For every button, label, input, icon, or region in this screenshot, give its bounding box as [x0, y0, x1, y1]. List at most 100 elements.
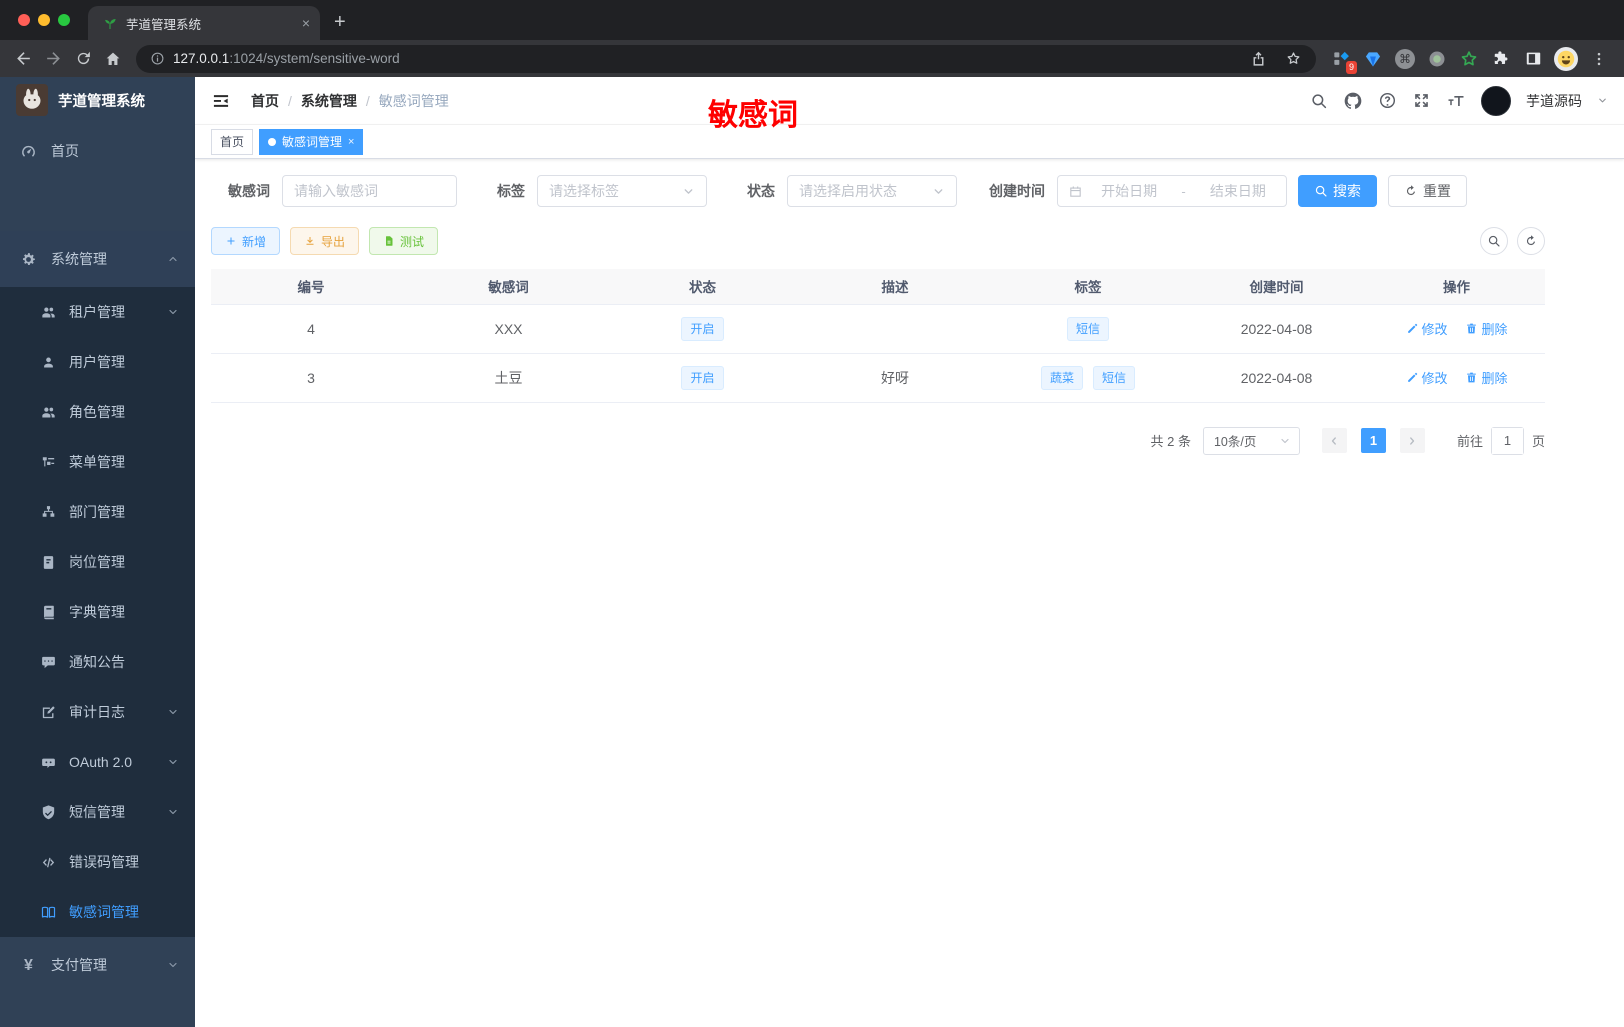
back-icon[interactable] — [8, 44, 38, 74]
refresh-table-button[interactable] — [1517, 227, 1545, 255]
sidebar-item-tenant[interactable]: 租户管理 — [0, 287, 195, 337]
edit-icon — [1406, 322, 1419, 335]
profile-avatar[interactable] — [1554, 46, 1578, 71]
minimize-window-button[interactable] — [38, 14, 50, 26]
app-logo-row[interactable]: 芋道管理系统 — [0, 77, 195, 123]
sidebar-item-dept[interactable]: 部门管理 — [0, 487, 195, 537]
sidebar-item-role[interactable]: 角色管理 — [0, 387, 195, 437]
rabbit-logo — [16, 84, 48, 116]
font-size-icon[interactable] — [1446, 91, 1466, 111]
grid-diamond-extension-icon[interactable]: 9 — [1330, 48, 1357, 74]
col-description: 描述 — [799, 269, 991, 305]
caret-down-icon[interactable] — [1597, 95, 1608, 106]
sidebar-item-user[interactable]: 用户管理 — [0, 337, 195, 387]
yen-icon: ¥ — [24, 956, 33, 974]
sidebar-item-notice[interactable]: 通知公告 — [0, 637, 195, 687]
breadcrumb-system[interactable]: 系统管理 — [301, 91, 357, 111]
traffic-lights[interactable] — [0, 14, 88, 40]
menu-fold-icon[interactable] — [211, 91, 231, 111]
fullscreen-icon[interactable] — [1412, 91, 1431, 110]
chevron-down-icon — [932, 185, 945, 198]
url-bar[interactable]: 127.0.0.1:1024/system/sensitive-word — [136, 44, 1316, 73]
delete-link[interactable]: 删除 — [1465, 319, 1507, 338]
forward-icon[interactable] — [38, 44, 68, 74]
export-button[interactable]: 导出 — [290, 227, 360, 255]
keyword-input[interactable] — [294, 183, 445, 199]
tab-close-icon[interactable]: × — [348, 136, 354, 148]
puzzle-icon[interactable] — [1490, 48, 1512, 70]
tab-sensitive-word[interactable]: 敏感词管理 × — [259, 128, 364, 155]
chevron-down-icon — [1279, 435, 1291, 447]
search-icon[interactable] — [1310, 92, 1328, 110]
page-number-button[interactable]: 1 — [1360, 428, 1386, 453]
prev-page-button[interactable] — [1321, 428, 1347, 453]
sidebar-item-audit-log[interactable]: 审计日志 — [0, 687, 195, 737]
dashboard-icon — [20, 143, 37, 160]
post-icon — [40, 554, 57, 571]
goto-page-input[interactable] — [1491, 427, 1523, 454]
tab-home[interactable]: 首页 — [211, 128, 254, 155]
test-button[interactable]: 测试 — [369, 227, 439, 255]
chevron-down-icon — [682, 185, 695, 198]
chevron-right-icon — [1406, 435, 1418, 447]
search-icon — [1314, 184, 1328, 198]
reload-icon[interactable] — [68, 44, 98, 74]
sidebar-item-oauth[interactable]: OAuth 2.0 — [0, 737, 195, 787]
username[interactable]: 芋道源码 — [1526, 91, 1582, 111]
sidebar-item-menu[interactable]: 菜单管理 — [0, 437, 195, 487]
sidebar-item-home[interactable]: 首页 — [0, 123, 195, 179]
edit-link[interactable]: 修改 — [1406, 368, 1448, 387]
command-extension-icon[interactable]: ⌘ — [1394, 48, 1416, 70]
browser-tab[interactable]: 芋道管理系统 × — [88, 6, 320, 40]
sidebar-item-system[interactable]: 系统管理 — [0, 231, 195, 287]
page-size-select[interactable]: 10条/页 — [1202, 426, 1300, 455]
tags-view-bar: 首页 敏感词管理 × — [195, 125, 1624, 159]
gem-extension-icon[interactable] — [1362, 48, 1384, 70]
tag-badge: 短信 — [1092, 365, 1135, 390]
tab-close-icon[interactable]: × — [302, 15, 310, 31]
user-avatar[interactable] — [1481, 85, 1511, 116]
add-button[interactable]: 新增 — [211, 227, 281, 255]
navbar-tools: 芋道源码 — [1310, 85, 1608, 116]
date-range-picker[interactable]: 开始日期 - 结束日期 — [1057, 175, 1287, 207]
search-button[interactable]: 搜索 — [1298, 175, 1377, 207]
trash-icon — [1465, 322, 1478, 335]
new-tab-button[interactable]: + — [334, 11, 346, 34]
sidebar-item-sensitive-word[interactable]: 敏感词管理 — [0, 887, 195, 937]
oauth-icon — [40, 754, 57, 771]
github-icon[interactable] — [1343, 91, 1363, 111]
info-icon[interactable] — [150, 51, 165, 66]
star-icon[interactable] — [1285, 50, 1302, 67]
menu-dots-icon[interactable] — [1588, 48, 1610, 70]
tag-label: 标签 — [497, 183, 525, 199]
green-star-extension-icon[interactable] — [1458, 48, 1480, 70]
reset-button[interactable]: 重置 — [1388, 175, 1467, 207]
zoom-window-button[interactable] — [58, 14, 70, 26]
tag-select[interactable]: 请选择标签 — [537, 175, 707, 207]
next-page-button[interactable] — [1399, 428, 1425, 453]
sidebar-item-post[interactable]: 岗位管理 — [0, 537, 195, 587]
help-icon[interactable] — [1378, 91, 1397, 110]
col-status: 状态 — [606, 269, 799, 305]
show-search-button[interactable] — [1480, 227, 1508, 255]
sidebar-item-sms[interactable]: 短信管理 — [0, 787, 195, 837]
sidebar-item-error-code[interactable]: 错误码管理 — [0, 837, 195, 887]
sidebar-panel-icon[interactable] — [1522, 48, 1544, 70]
home-icon[interactable] — [98, 44, 128, 74]
close-window-button[interactable] — [18, 14, 30, 26]
share-icon[interactable] — [1250, 50, 1267, 67]
navbar: 首页 / 系统管理 / 敏感词管理 芋道源码 — [195, 77, 1624, 125]
user-icon — [40, 354, 57, 371]
status-select[interactable]: 请选择启用状态 — [787, 175, 957, 207]
col-tags: 标签 — [991, 269, 1185, 305]
dot-circle-extension-icon[interactable] — [1426, 48, 1448, 70]
breadcrumb-home[interactable]: 首页 — [251, 91, 279, 111]
start-date-placeholder: 开始日期 — [1101, 183, 1158, 199]
edit-link[interactable]: 修改 — [1406, 319, 1448, 338]
sidebar-item-dict[interactable]: 字典管理 — [0, 587, 195, 637]
col-actions: 操作 — [1368, 269, 1545, 305]
active-tab-dot — [268, 137, 277, 146]
delete-link[interactable]: 删除 — [1465, 368, 1507, 387]
sidebar-item-pay[interactable]: ¥ 支付管理 — [0, 937, 195, 993]
tag-badge: 蔬菜 — [1041, 365, 1084, 390]
